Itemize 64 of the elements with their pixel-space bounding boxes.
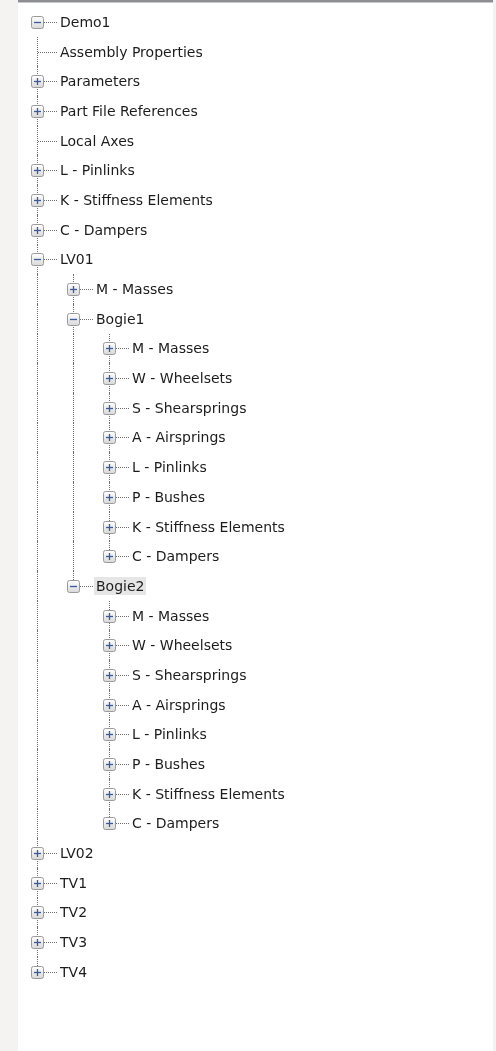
tree-item[interactable]: LV01	[58, 250, 96, 269]
collapse-icon[interactable]	[31, 253, 44, 267]
tree-item[interactable]: Bogie1	[94, 309, 147, 328]
expand-icon[interactable]	[103, 431, 116, 445]
expand-icon[interactable]	[31, 75, 44, 89]
expand-icon[interactable]	[103, 787, 116, 801]
tree-item[interactable]: Bogie2	[94, 576, 147, 595]
expand-icon[interactable]	[103, 758, 116, 772]
expand-icon[interactable]	[103, 490, 116, 504]
expand-icon[interactable]	[103, 520, 116, 534]
tree-item[interactable]: L - Pinlinks	[58, 161, 137, 180]
expand-icon[interactable]	[103, 668, 116, 682]
tree-item[interactable]: W - Wheelsets	[130, 636, 235, 655]
expand-icon[interactable]	[31, 965, 44, 979]
tree-item[interactable]: C - Dampers	[130, 547, 222, 566]
expand-icon[interactable]	[103, 461, 116, 475]
tree-item[interactable]: L - Pinlinks	[130, 458, 209, 477]
expand-icon[interactable]	[103, 639, 116, 653]
tree-item[interactable]: TV4	[58, 962, 90, 981]
tree-item[interactable]: P - Bushes	[130, 487, 207, 506]
tree-item[interactable]: Demo1	[58, 12, 113, 31]
collapse-icon[interactable]	[67, 579, 80, 593]
tree-item[interactable]: P - Bushes	[130, 755, 207, 774]
tree-item[interactable]: LV02	[58, 844, 96, 863]
tree-item[interactable]: A - Airsprings	[130, 428, 228, 447]
expand-icon[interactable]	[31, 104, 44, 118]
tree-item[interactable]: TV3	[58, 933, 90, 952]
tree-item[interactable]: L - Pinlinks	[130, 725, 209, 744]
tree-item[interactable]: Assembly Properties	[58, 42, 205, 61]
expand-icon[interactable]	[103, 401, 116, 415]
collapse-icon[interactable]	[67, 312, 80, 326]
tree-item[interactable]: S - Shearsprings	[130, 665, 249, 684]
tree-item[interactable]: M - Masses	[130, 606, 212, 625]
expand-icon[interactable]	[31, 193, 44, 207]
tree-item[interactable]: Part File References	[58, 101, 200, 120]
tree-item[interactable]: W - Wheelsets	[130, 369, 235, 388]
tree-item[interactable]: M - Masses	[94, 280, 176, 299]
expand-icon[interactable]	[103, 698, 116, 712]
tree-item[interactable]: TV2	[58, 903, 90, 922]
expand-icon[interactable]	[103, 817, 116, 831]
tree-item[interactable]: K - Stiffness Elements	[130, 517, 287, 536]
expand-icon[interactable]	[31, 906, 44, 920]
tree-item[interactable]: C - Dampers	[130, 814, 222, 833]
expand-icon[interactable]	[31, 876, 44, 890]
expand-icon[interactable]	[31, 847, 44, 861]
tree-item[interactable]: M - Masses	[130, 339, 212, 358]
collapse-icon[interactable]	[31, 15, 44, 29]
expand-icon[interactable]	[67, 283, 80, 297]
tree-item[interactable]: Parameters	[58, 72, 143, 91]
expand-icon[interactable]	[31, 223, 44, 237]
expand-icon[interactable]	[103, 372, 116, 386]
tree-item[interactable]: A - Airsprings	[130, 695, 228, 714]
expand-icon[interactable]	[31, 164, 44, 178]
tree-item[interactable]: S - Shearsprings	[130, 398, 249, 417]
expand-icon[interactable]	[31, 936, 44, 950]
tree-item[interactable]: K - Stiffness Elements	[130, 784, 287, 803]
tree-item[interactable]: K - Stiffness Elements	[58, 190, 215, 209]
tree-item[interactable]: Local Axes	[58, 131, 137, 150]
expand-icon[interactable]	[103, 550, 116, 564]
tree-item[interactable]: TV1	[58, 873, 90, 892]
tree-item[interactable]: C - Dampers	[58, 220, 150, 239]
expand-icon[interactable]	[103, 609, 116, 623]
expand-icon[interactable]	[103, 728, 116, 742]
expand-icon[interactable]	[103, 342, 116, 356]
